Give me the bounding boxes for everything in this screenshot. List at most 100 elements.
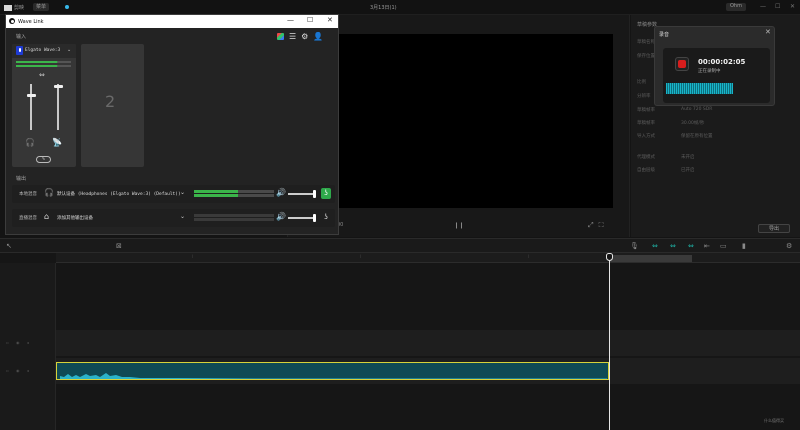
headphones-icon: 🎧 (44, 188, 54, 197)
monitor-ear-icon[interactable]: ʖ (321, 188, 331, 199)
stream-fader-knob[interactable] (53, 84, 63, 88)
monitor-fader[interactable] (30, 84, 32, 130)
speaker-icon[interactable]: 🔊 (276, 212, 286, 221)
recording-time: 00:00:02:05 (698, 58, 746, 66)
select-tool-icon[interactable]: ↖ (6, 242, 12, 250)
color-palette-icon[interactable] (277, 33, 284, 40)
monitor-ear-icon[interactable]: ʖ (321, 212, 331, 223)
output-volume-slider[interactable] (288, 193, 316, 195)
split-tool-icon[interactable]: ⊠ (116, 242, 122, 250)
prop-value: 30.00帧/秒 (681, 121, 705, 126)
waveform-icon[interactable]: ∿ (36, 156, 51, 163)
account-badge[interactable]: Ohm (726, 3, 746, 11)
project-title: 3月13日(1) (370, 5, 397, 11)
chevron-down-icon[interactable]: ⌄ (67, 47, 71, 53)
speaker-icon[interactable]: 🔊 (276, 188, 286, 197)
output-device-select[interactable]: 添加其他输出设备 (57, 215, 93, 221)
maximize-icon[interactable]: ☐ (307, 16, 313, 24)
empty-channel-slot[interactable]: 2 (81, 44, 144, 167)
video-track[interactable] (56, 330, 800, 356)
play-pause-icon[interactable]: ❙❙ (454, 222, 464, 229)
linkage-icon[interactable]: ⇔ (688, 242, 694, 250)
maximize-icon[interactable]: ☐ (775, 3, 780, 10)
editor-logo: 剪映 (4, 4, 24, 11)
minimize-icon[interactable]: — (287, 16, 294, 24)
ruler-tick: | (192, 254, 194, 258)
track-controls-icon[interactable]: ▫ ◉ ◂ (6, 340, 32, 345)
recording-level-meter (666, 83, 734, 94)
close-icon[interactable]: ✕ (765, 28, 771, 36)
window-title: Wave Link (18, 18, 44, 25)
mixer-icon[interactable]: ☰ (289, 32, 296, 41)
close-icon[interactable]: ✕ (327, 16, 333, 24)
playhead-line (609, 257, 610, 430)
menu-button[interactable]: 菜单 (33, 3, 50, 11)
editor-logo-icon (4, 4, 12, 11)
playhead-handle[interactable] (606, 253, 613, 261)
prop-label: 比例 (637, 80, 646, 85)
prop-value: 已开启 (681, 168, 695, 173)
recording-status: 正在录制中 (698, 69, 721, 74)
track-controls-icon[interactable]: ▫ ◉ ◂ (6, 368, 32, 373)
output-device-select[interactable]: 默认设备 (Headphones (Elgato Wave:3) (Defaul… (57, 191, 181, 197)
watermark: 什么值得买 (764, 418, 784, 423)
wave-link-icon (9, 18, 15, 24)
fullscreen-icon[interactable]: ⤢⛶ (588, 221, 609, 230)
stream-fader[interactable] (57, 84, 59, 130)
monitor-fader-knob[interactable] (26, 94, 36, 97)
meter-fill (194, 190, 238, 193)
track-headers: ▫ ◉ ◂ ▫ ◉ ◂ (0, 263, 56, 430)
output-level-meter (194, 214, 274, 221)
output-row-local: 本地混音 🎧 默认设备 (Headphones (Elgato Wave:3) … (12, 185, 335, 203)
snap-icon[interactable]: ⇔ (670, 242, 676, 250)
broadcast-icon[interactable]: 📡 (52, 138, 62, 147)
slot-number: 2 (105, 92, 116, 111)
wave-link-window: Wave Link — ☐ ✕ 输入 ☰ ⚙ 👤 Elgato Wave:3 ⌄ (5, 14, 339, 235)
caption-icon[interactable]: ▭ (720, 242, 727, 250)
export-button[interactable]: 导出 (758, 224, 790, 233)
meter-fill (16, 65, 58, 67)
close-icon[interactable]: ✕ (790, 3, 795, 10)
recording-panel: 00:00:02:05 正在录制中 (663, 48, 770, 103)
channel-device-name: Elgato Wave:3 (25, 48, 61, 53)
prop-label: 保存位置 (637, 54, 655, 59)
output-volume-knob[interactable] (313, 214, 317, 222)
input-level-meter (16, 65, 71, 67)
link-faders-icon[interactable]: ⇔ (39, 71, 45, 79)
prop-label: 草稿名称 (637, 40, 655, 45)
audio-clip[interactable] (56, 362, 609, 380)
microphone-icon[interactable]: 🎙 (630, 242, 639, 250)
gear-icon[interactable]: ⚙ (301, 32, 308, 41)
output-section-label: 输出 (16, 176, 27, 182)
link-icon[interactable]: ⇔ (652, 242, 658, 250)
input-level-meter (16, 61, 71, 63)
timeline-toolbar: ↖ ⊠ 🎙 ⇔ ⇔ ⇔ ⇤ ▭ ▮ ⚙ (0, 238, 800, 253)
recording-dialog: 录音 ✕ 00:00:02:05 正在录制中 (654, 26, 775, 106)
output-volume-slider[interactable] (288, 217, 316, 219)
channel-header[interactable]: Elgato Wave:3 ⌄ (12, 44, 76, 58)
input-channel-strip: Elgato Wave:3 ⌄ ⇔ 🎧 📡 ∿ (12, 44, 76, 167)
output-volume-knob[interactable] (313, 190, 317, 198)
wave-link-titlebar: Wave Link — ☐ ✕ (6, 15, 338, 28)
headphones-icon[interactable]: 🎧 (25, 138, 35, 147)
preview-axis-icon[interactable]: ⇤ (704, 242, 710, 250)
preview-canvas[interactable] (338, 34, 613, 208)
status-dot-icon (65, 5, 69, 9)
editor-logo-text: 剪映 (14, 5, 25, 11)
chevron-down-icon[interactable]: ⌄ (180, 213, 185, 220)
settings-icon[interactable]: ⚙ (786, 242, 792, 250)
ruler-tick: | (360, 254, 362, 258)
chevron-down-icon[interactable]: ⌄ (180, 189, 185, 196)
minimize-icon[interactable]: — (760, 3, 766, 10)
zoom-icon[interactable]: ▮ (742, 242, 746, 250)
screen: 剪映 菜单 3月13日(1) Ohm — ☐ ✕ 00 ❙❙ ⤢⛶ 草稿参数 草… (0, 0, 800, 430)
ruler-range (610, 255, 692, 262)
device-icon: ⌂ (44, 212, 50, 221)
stop-record-button[interactable] (675, 57, 689, 71)
input-section-label: 输入 (16, 34, 27, 40)
user-icon[interactable]: 👤 (313, 32, 323, 41)
microphone-icon (16, 46, 23, 55)
output-mix-label: 直播混音 (19, 216, 37, 221)
meter-fill (194, 194, 238, 197)
prop-value: Auto 720 SDR (681, 107, 713, 112)
